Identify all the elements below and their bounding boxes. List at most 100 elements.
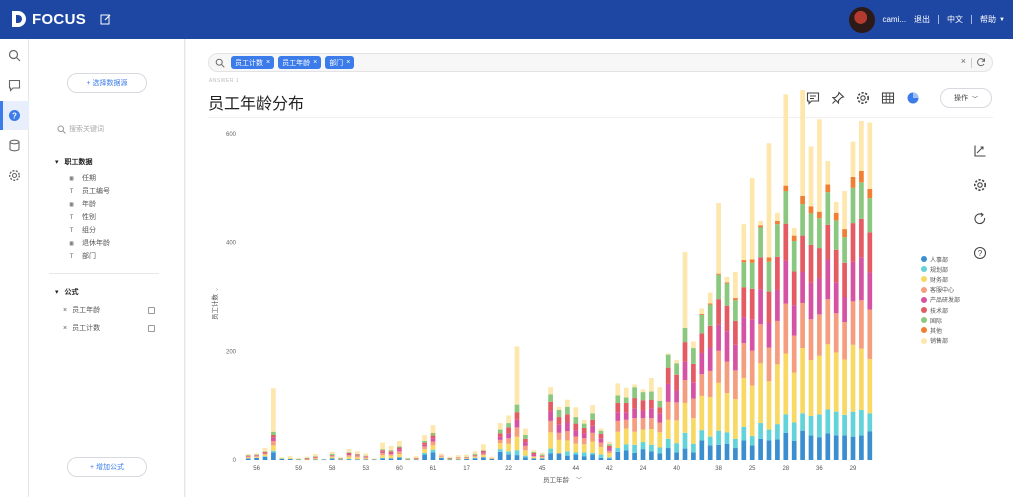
chevron-down-icon: ﹀ [971,96,978,103]
bar-segment [808,213,814,245]
bar-segment [707,303,713,305]
bar-segment [640,449,646,460]
bar-segment [707,436,713,446]
language-link[interactable]: 中文 [947,14,963,25]
bar-segment [355,457,360,460]
column-item[interactable]: ▦ 任期 [67,173,96,183]
bar-segment [514,427,520,437]
gear-icon[interactable] [8,169,21,182]
bar-segment [825,259,831,300]
bar-segment [430,438,436,442]
column-item[interactable]: T 部门 [67,251,96,261]
gear-icon[interactable] [970,175,990,195]
bar-segment [548,401,553,412]
legend-label: 国际 [930,318,943,325]
bar-segment [472,456,478,457]
search-icon[interactable] [8,49,21,62]
bar-segment [674,402,679,421]
legend-item[interactable]: 客服中心 [921,285,960,295]
bar-segment [346,459,352,461]
avatar[interactable] [849,6,876,33]
formula-group-header[interactable]: ▾ 公式 [55,287,79,297]
logout-link[interactable]: 退出 [914,14,930,25]
bar-segment [271,452,276,460]
svg-text:?: ? [12,111,17,120]
legend-item[interactable]: 财务部 [921,274,960,284]
refresh-icon[interactable] [976,57,986,67]
username[interactable]: cami... [882,15,906,24]
legend-item[interactable]: 产品研发部 [921,295,960,305]
select-source-button[interactable]: + 选择数据源 [67,73,147,93]
table-group-header[interactable]: ▾ 职工数据 [55,157,93,167]
column-item[interactable]: ▦ 退休年龄 [67,238,110,248]
column-item[interactable]: T 组分 [67,225,96,235]
edit-icon[interactable] [148,306,155,314]
clear-icon[interactable]: × [961,56,966,66]
bar-segment [422,444,427,447]
bar-segment [380,451,385,453]
column-item[interactable]: ▦ 年龄 [67,199,96,209]
axis-icon[interactable] [970,141,990,161]
question-icon[interactable]: ? [8,109,21,122]
refresh-icon[interactable] [970,209,990,229]
bar-segment [842,229,847,238]
bar-segment [791,440,797,460]
column-label: 员工编号 [82,188,110,195]
bar-segment [665,438,671,449]
bar-segment [791,241,797,272]
bar-segment [749,445,755,460]
help-link[interactable]: 帮助 [980,14,996,25]
edit-icon[interactable] [148,324,155,332]
bar-segment [245,456,251,457]
bar-segment [573,452,579,455]
legend-item[interactable]: 销售部 [921,336,960,346]
bar-segment [581,452,587,457]
legend-item[interactable]: 国际 [921,315,960,325]
bar-segment [749,436,755,446]
text-type-icon: T [69,187,74,195]
divider [49,273,159,274]
bar-segment [665,401,671,420]
bar-segment [707,396,713,437]
bar-segment [531,458,537,460]
add-formula-button[interactable]: + 增加公式 [67,457,147,477]
bar-segment [489,456,495,458]
edit-icon[interactable] [100,13,112,25]
bar-segment [833,313,839,353]
app-logo[interactable]: FOCUS [10,9,86,29]
formula-item[interactable]: × 员工年龄 [63,305,155,315]
bar-segment [808,244,814,283]
bar-segment [657,453,663,460]
x-tick-label: 24 [640,466,647,472]
message-icon[interactable] [8,79,21,92]
bar-segment [329,455,335,457]
chevron-down-icon[interactable]: ▼ [999,17,1005,23]
bar-segment [346,458,352,460]
database-icon[interactable] [8,139,21,152]
bar-segment [657,400,663,408]
bar-segment [581,438,587,445]
x-tick-label: 28 [782,466,789,472]
bar-segment [371,458,377,460]
legend-item[interactable]: 人事部 [921,254,960,264]
bar-segment [758,220,763,226]
column-item[interactable]: T 性别 [67,212,96,222]
bar-segment [581,423,587,428]
formula-item[interactable]: × 员工计数 [63,323,155,333]
bar-segment [741,317,747,344]
bar-segment [346,449,352,453]
bar-segment [531,454,537,457]
help-icon[interactable]: ? [970,243,990,263]
bar-segment [691,398,696,419]
bar-segment [472,455,478,457]
bar-segment [724,283,730,306]
operate-button[interactable]: 操作 ﹀ [940,88,992,108]
keyword-search[interactable]: 搜索关键词 [57,124,104,134]
legend-item[interactable]: 技术部 [921,305,960,315]
bar-segment [413,457,419,459]
column-item[interactable]: T 员工编号 [67,186,110,196]
bar-segment [514,404,520,413]
text-type-icon: T [69,226,74,234]
legend-item[interactable]: 规划部 [921,264,960,274]
legend-item[interactable]: 其他 [921,325,960,335]
